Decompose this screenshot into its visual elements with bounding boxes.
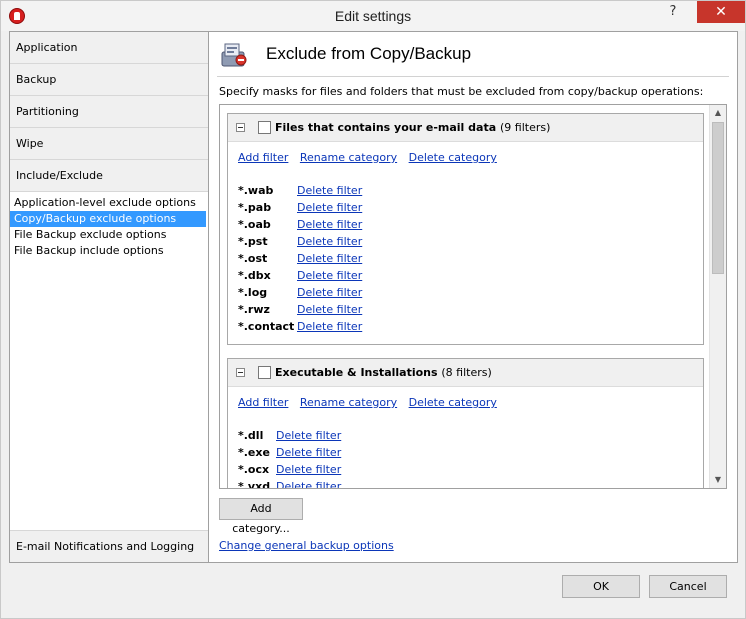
delete-filter-link[interactable]: Delete filter bbox=[297, 252, 362, 265]
category-email-data: Files that contains your e-mail data (9 … bbox=[227, 113, 704, 345]
nav-item-partitioning[interactable]: Partitioning bbox=[10, 96, 208, 128]
category-actions: Add filter Rename category Delete catego… bbox=[238, 396, 505, 409]
category-filter-count: (9 filters) bbox=[499, 121, 551, 134]
sub-item-file-backup-exclude[interactable]: File Backup exclude options bbox=[10, 227, 208, 243]
sub-item-application-level-exclude[interactable]: Application-level exclude options bbox=[10, 195, 208, 211]
nav-item-include-exclude[interactable]: Include/Exclude bbox=[10, 160, 208, 192]
include-exclude-sublist: Application-level exclude options Copy/B… bbox=[10, 192, 208, 259]
filter-mask: *.contact bbox=[238, 320, 295, 333]
add-filter-link[interactable]: Add filter bbox=[238, 151, 288, 164]
scroll-up-arrow-icon[interactable]: ▲ bbox=[710, 105, 726, 121]
nav-item-backup[interactable]: Backup bbox=[10, 64, 208, 96]
category-header: Executable & Installations (8 filters) bbox=[228, 359, 703, 387]
filter-mask: *.dbx bbox=[238, 269, 271, 282]
category-actions: Add filter Rename category Delete catego… bbox=[238, 151, 505, 164]
category-checkbox[interactable] bbox=[258, 121, 271, 134]
filter-mask: *.vxd bbox=[238, 480, 271, 489]
add-filter-link[interactable]: Add filter bbox=[238, 396, 288, 409]
filter-row: *.dll Delete filter bbox=[238, 427, 341, 444]
page-title: Exclude from Copy/Backup bbox=[266, 44, 472, 63]
scrollbar-thumb[interactable] bbox=[712, 122, 724, 274]
categories-scroll-area[interactable]: Files that contains your e-mail data (9 … bbox=[219, 104, 727, 489]
filter-row: *.exe Delete filter bbox=[238, 444, 341, 461]
category-filter-count: (8 filters) bbox=[441, 366, 492, 379]
delete-filter-link[interactable]: Delete filter bbox=[297, 320, 362, 333]
close-button[interactable]: ✕ bbox=[697, 1, 745, 23]
delete-filter-link[interactable]: Delete filter bbox=[276, 429, 341, 442]
filter-mask: *.exe bbox=[238, 446, 270, 459]
delete-filter-link[interactable]: Delete filter bbox=[297, 218, 362, 231]
cancel-button[interactable]: Cancel bbox=[649, 575, 727, 598]
dialog-body: Application Backup Partitioning Wipe Inc… bbox=[0, 31, 746, 619]
scroll-down-arrow-icon[interactable]: ▼ bbox=[710, 472, 726, 488]
filter-mask: *.ocx bbox=[238, 463, 270, 476]
delete-filter-link[interactable]: Delete filter bbox=[297, 184, 362, 197]
category-header: Files that contains your e-mail data (9 … bbox=[228, 114, 703, 142]
filter-list: *.dll Delete filter *.exe Delete filter *.… bbox=[238, 427, 341, 489]
delete-filter-link[interactable]: Delete filter bbox=[276, 480, 341, 488]
filter-mask: *.log bbox=[238, 286, 268, 299]
settings-navigation: Application Backup Partitioning Wipe Inc… bbox=[9, 31, 209, 563]
delete-filter-link[interactable]: Delete filter bbox=[297, 286, 362, 299]
category-title: Executable & Installations (8 filters) bbox=[275, 366, 492, 379]
rename-category-link[interactable]: Rename category bbox=[300, 151, 397, 164]
change-general-backup-options-link[interactable]: Change general backup options bbox=[219, 539, 394, 552]
page-description: Specify masks for files and folders that… bbox=[219, 85, 704, 98]
filter-row: *.pab Delete filter bbox=[238, 199, 362, 216]
filter-row: *.oab Delete filter bbox=[238, 216, 362, 233]
window-title: Edit settings bbox=[334, 8, 412, 24]
help-button[interactable]: ? bbox=[659, 1, 687, 23]
filter-mask: *.ost bbox=[238, 252, 268, 265]
vertical-scrollbar[interactable]: ▲ ▼ bbox=[709, 105, 726, 488]
category-title: Files that contains your e-mail data (9 … bbox=[275, 121, 550, 134]
filter-row: *.ost Delete filter bbox=[238, 250, 362, 267]
filter-mask: *.wab bbox=[238, 184, 274, 197]
delete-filter-link[interactable]: Delete filter bbox=[297, 201, 362, 214]
filter-mask: *.pst bbox=[238, 235, 268, 248]
filter-mask: *.pab bbox=[238, 201, 272, 214]
collapse-icon[interactable] bbox=[236, 368, 245, 377]
filter-row: *.contact Delete filter bbox=[238, 318, 362, 335]
settings-panel: Exclude from Copy/Backup Specify masks f… bbox=[209, 31, 738, 563]
delete-filter-link[interactable]: Delete filter bbox=[276, 463, 341, 476]
ok-button[interactable]: OK bbox=[562, 575, 640, 598]
filter-mask: *.rwz bbox=[238, 303, 270, 316]
rename-category-link[interactable]: Rename category bbox=[300, 396, 397, 409]
delete-filter-link[interactable]: Delete filter bbox=[276, 446, 341, 459]
category-name: Executable & Installations bbox=[275, 366, 438, 379]
sub-item-file-backup-include[interactable]: File Backup include options bbox=[10, 243, 208, 259]
delete-filter-link[interactable]: Delete filter bbox=[297, 303, 362, 316]
nav-item-wipe[interactable]: Wipe bbox=[10, 128, 208, 160]
filter-row: *.vxd Delete filter bbox=[238, 478, 341, 489]
add-category-button[interactable]: Add category... bbox=[219, 498, 303, 535]
filter-row: *.ocx Delete filter bbox=[238, 461, 341, 478]
delete-filter-link[interactable]: Delete filter bbox=[297, 235, 362, 248]
sub-item-copy-backup-exclude[interactable]: Copy/Backup exclude options bbox=[10, 211, 206, 227]
nav-item-email-notifications[interactable]: E-mail Notifications and Logging bbox=[10, 530, 208, 562]
delete-category-link[interactable]: Delete category bbox=[409, 396, 497, 409]
filter-row: *.rwz Delete filter bbox=[238, 301, 362, 318]
delete-category-link[interactable]: Delete category bbox=[409, 151, 497, 164]
filter-row: *.wab Delete filter bbox=[238, 182, 362, 199]
nav-item-application[interactable]: Application bbox=[10, 32, 208, 64]
filter-row: *.log Delete filter bbox=[238, 284, 362, 301]
category-checkbox[interactable] bbox=[258, 366, 271, 379]
delete-filter-link[interactable]: Delete filter bbox=[297, 269, 362, 282]
filter-row: *.pst Delete filter bbox=[238, 233, 362, 250]
collapse-icon[interactable] bbox=[236, 123, 245, 132]
backup-drive-icon bbox=[221, 43, 247, 67]
filter-row: *.dbx Delete filter bbox=[238, 267, 362, 284]
filter-mask: *.oab bbox=[238, 218, 271, 231]
header-divider bbox=[217, 76, 729, 77]
filter-mask: *.dll bbox=[238, 429, 264, 442]
filter-list: *.wab Delete filter *.pab Delete filter *.… bbox=[238, 182, 362, 335]
category-name: Files that contains your e-mail data bbox=[275, 121, 497, 134]
title-bar: Edit settings ? ✕ bbox=[0, 0, 746, 31]
category-executables: Executable & Installations (8 filters) A… bbox=[227, 358, 704, 489]
